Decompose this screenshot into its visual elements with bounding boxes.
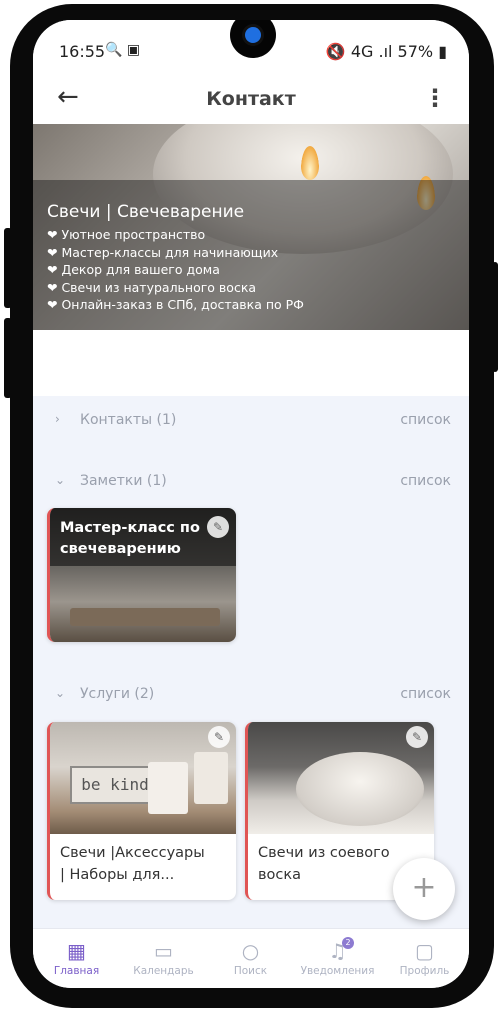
pin-icon[interactable]: ✎ [208,726,230,748]
section-services[interactable]: ⌄ Услуги (2) список [33,680,469,710]
nav-label: Профиль [399,965,450,977]
pin-icon[interactable]: ✎ [406,726,428,748]
app-bar: ← Контакт ⋮ [33,74,469,124]
nav-search[interactable]: ○ Поиск [207,929,294,988]
screen: 16:55 🔍 ▣ 🔇 4G .ıl 57% ▮ ← Контакт ⋮ Све… [33,20,469,988]
calendar-icon: ▭ [154,939,173,963]
candle-jar [296,752,424,826]
profile-card-icon: ▢ [415,939,434,963]
nav-label: Главная [53,965,100,977]
list-link[interactable]: список [400,686,451,702]
header-spacer [33,330,469,396]
description-line: ❤ Мастер-классы для начинающих [47,244,279,260]
service-title-line: Свечи из соевого [258,845,390,861]
section-title: Заметки (1) [80,473,167,489]
service-title: Свечи из соевого воска [258,842,390,886]
status-time: 16:55 [59,42,106,61]
service-title-line: Свечи |Аксессуары [60,845,205,861]
list-link[interactable]: список [400,412,451,428]
nav-label: Уведомления [300,965,375,977]
status-notification-icons: 🔍 ▣ [105,42,141,58]
section-contacts[interactable]: › Контакты (1) список [33,406,469,436]
flame-decor [301,146,319,180]
note-card[interactable]: Мастер-класс по свечеварению ✎ [47,508,236,642]
bell-icon: ♫ [328,939,347,963]
list-link[interactable]: список [400,473,451,489]
section-title: Услуги (2) [80,686,155,702]
nav-label: Поиск [233,965,268,977]
be-kind-sign: be kind [70,766,160,804]
page-title: Контакт [206,88,296,110]
description-line: ❤ Свечи из натурального воска [47,279,257,295]
service-title: Свечи |Аксессуары | Наборы для... [60,842,205,886]
grid-icon: ▦ [67,939,86,963]
more-menu-icon[interactable]: ⋮ [423,84,447,112]
description-line: ❤ Онлайн-заказ в СПб, доставка по РФ [47,297,304,312]
service-title-line: воска [258,867,302,883]
chevron-down-icon: ⌄ [55,686,66,700]
service-card[interactable]: be kind Свечи |Аксессуары | Наборы для..… [47,722,236,900]
chevron-down-icon: ⌄ [55,473,66,487]
candle-jar [194,752,228,804]
bottom-nav: ▦ Главная ▭ Календарь ○ Поиск ♫ 2 Уведом… [33,928,469,988]
nav-profile[interactable]: ▢ Профиль [381,929,468,988]
search-icon: ○ [241,939,260,963]
table-decor [70,608,220,626]
candle-jar [148,762,188,814]
add-button[interactable]: + [393,858,455,920]
nav-calendar[interactable]: ▭ Календарь [120,929,207,988]
description-line: ❤ Уютное пространство [47,227,206,242]
pin-icon[interactable]: ✎ [207,516,229,538]
chevron-right-icon: › [55,412,60,426]
power-button [4,228,12,308]
nav-label: Календарь [133,965,194,977]
contact-description: ❤ Уютное пространство ❤ Мастер-классы дл… [47,226,304,314]
note-title: Мастер-класс по свечеварению [60,520,200,557]
nav-home[interactable]: ▦ Главная [33,929,120,988]
status-right-icons: 🔇 4G .ıl 57% ▮ [325,42,447,61]
side-button-right [492,262,498,372]
section-notes[interactable]: ⌄ Заметки (1) список [33,467,469,497]
contact-header-image: Свечи | Свечеварение ❤ Уютное пространст… [33,124,469,330]
section-title: Контакты (1) [80,412,177,428]
nav-notifications[interactable]: ♫ 2 Уведомления [294,929,381,988]
service-title-line: | Наборы для... [60,867,175,883]
volume-button [4,318,12,398]
contact-name: Свечи | Свечеварение [47,202,245,222]
notification-badge: 2 [342,937,354,949]
description-line: ❤ Декор для вашего дома [47,262,220,277]
